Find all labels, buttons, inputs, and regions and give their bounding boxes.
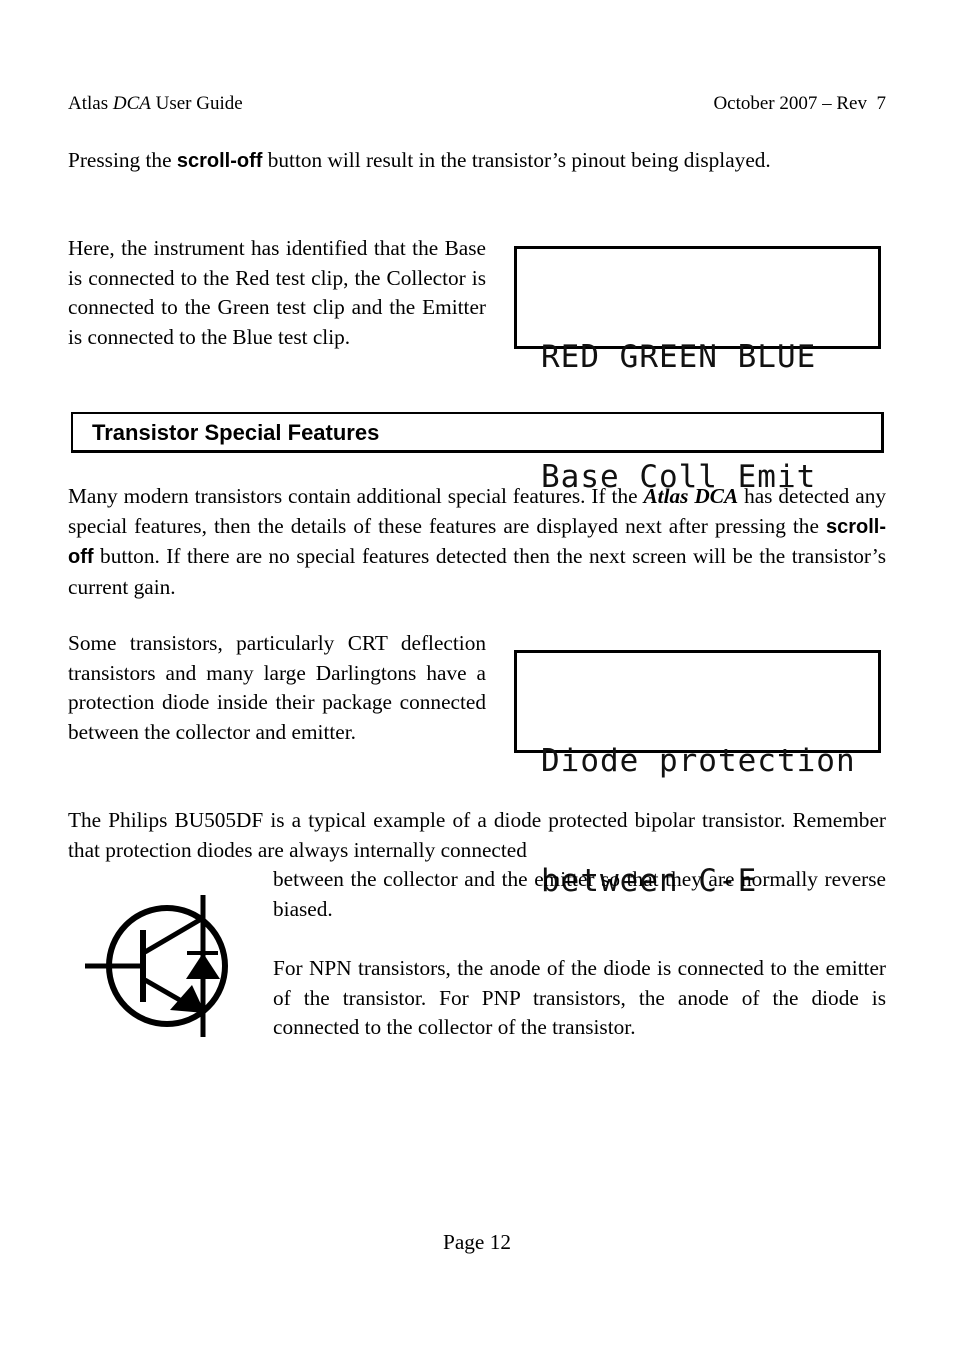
emitter-lead [143,977,187,1006]
text: button will result in the transistor’s p… [262,148,771,172]
lcd-display-pinout: RED GREEN BLUE Base Coll Emit [514,246,881,495]
title-suffix: User Guide [150,93,243,114]
lcd-line-1: Diode protection [541,743,856,779]
paragraph-bu505df: The Philips BU505DF is a typical example… [68,808,886,862]
text: button. If there are no special features… [68,544,886,599]
paragraph-protection-diode: Some transistors, particularly CRT defle… [68,631,486,744]
npn-transistor-diode-icon [85,895,228,1037]
title-prefix: Atlas [68,93,113,114]
scroll-off-button-ref: scroll-off [176,150,263,172]
lcd-line-1: RED GREEN BLUE [541,339,817,375]
text: Pressing the [68,148,177,172]
lcd-display-diode: Diode protection between C-E [514,650,881,899]
paragraph-pinout: Pressing the scroll-off button will resu… [68,146,886,177]
brand-name: Atlas DCA [643,484,739,508]
title-brand: DCA [112,93,151,114]
text: Many modern transistors contain addition… [68,484,644,508]
paragraph-npn-pnp: For NPN transistors, the anode of the di… [273,956,886,1039]
document-revision: October 2007 – Rev 7 [713,93,886,114]
document-title: Atlas DCA User Guide [68,92,243,116]
paragraph-pin-identification: Here, the instrument has identified that… [68,236,486,349]
paragraph-special-features: Many modern transistors contain addition… [68,482,886,602]
collector-lead [143,915,205,955]
section-title: Transistor Special Features [92,420,380,445]
paragraph-bu505df-continued: between the collector and the emitter so… [273,867,886,921]
page-number: Page 12 [442,1230,512,1254]
diode-triangle [186,953,220,979]
section-header: Transistor Special Features [71,412,884,453]
